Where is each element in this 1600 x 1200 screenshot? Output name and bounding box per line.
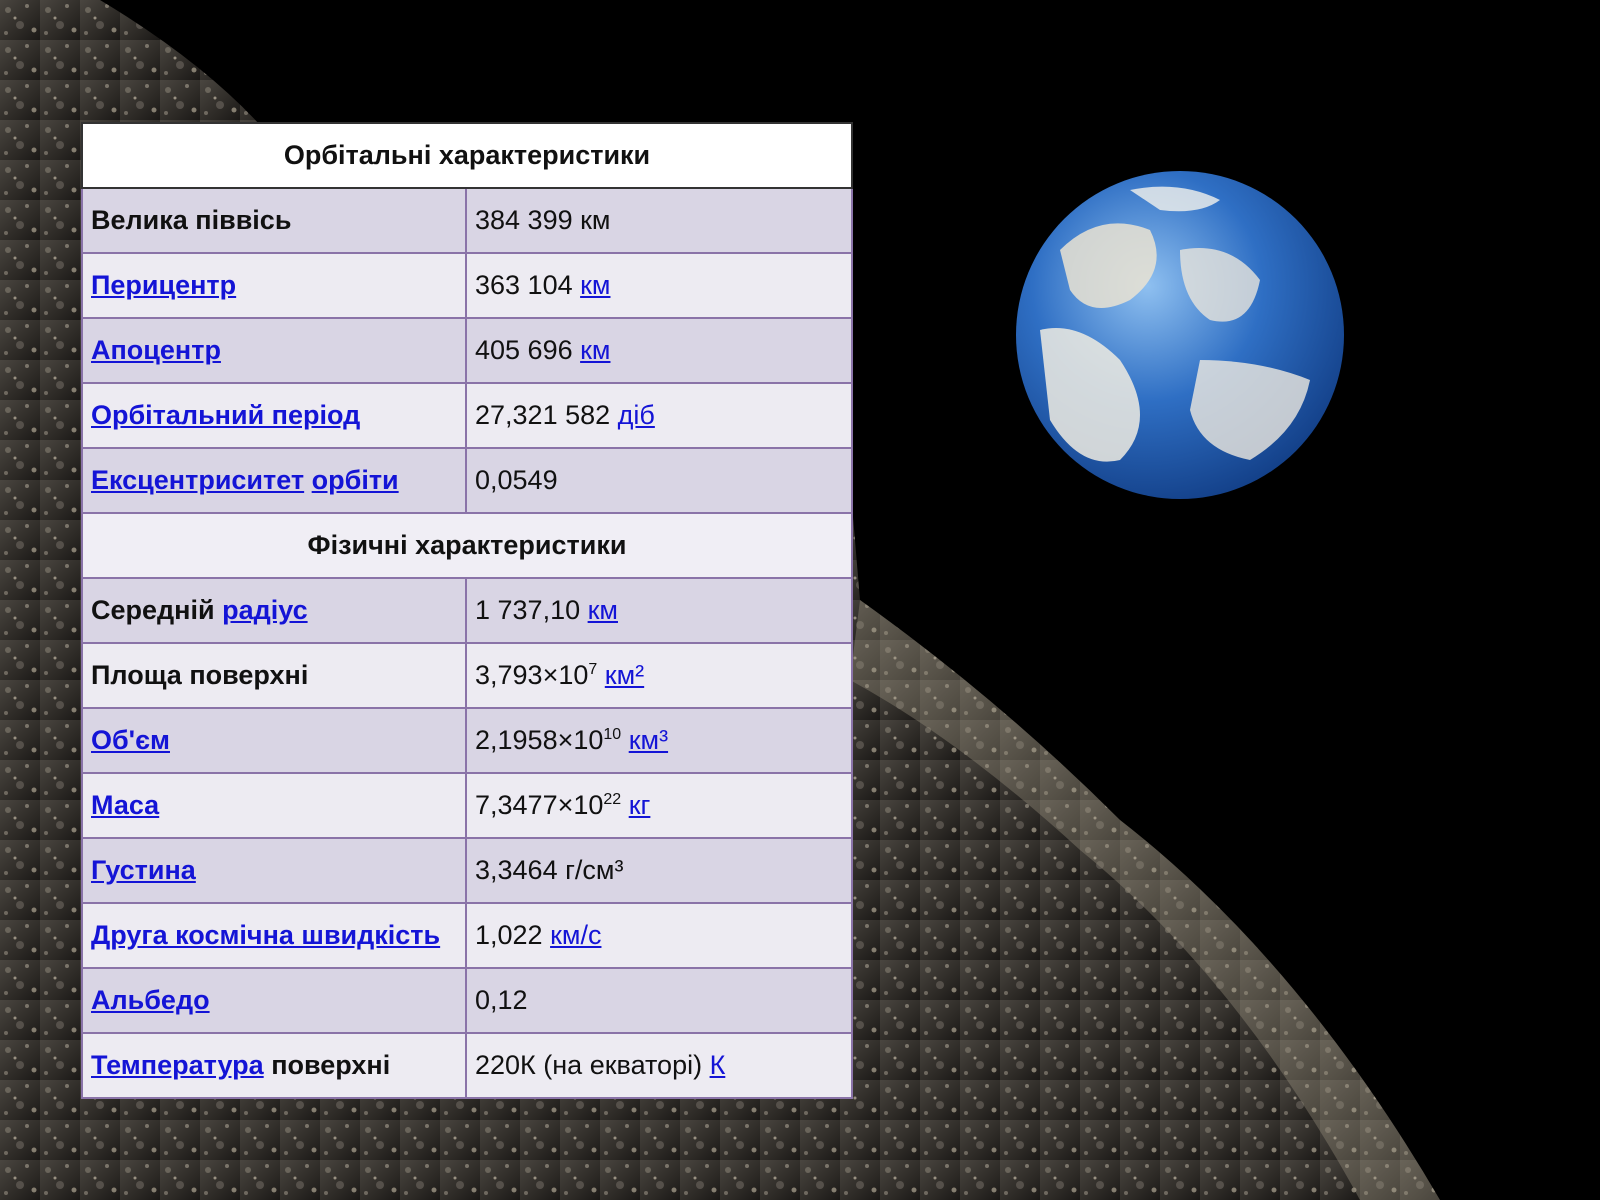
label-link[interactable]: Орбітальний період [91, 400, 360, 430]
property-label: Об'єм [81, 707, 467, 774]
value-text: 27,321 582 [475, 400, 618, 430]
value-link[interactable]: км [580, 270, 610, 300]
property-label: Площа поверхні [81, 642, 467, 709]
table-row: Перицентр 363 104 км [81, 252, 853, 319]
table-row: Апоцентр 405 696 км [81, 317, 853, 384]
label-text: поверхні [263, 1050, 391, 1080]
table-row: Велика піввісь 384 399 км [81, 187, 853, 254]
label-link[interactable]: Маса [91, 790, 159, 820]
label-link[interactable]: Густина [91, 855, 196, 885]
property-label: Апоцентр [81, 317, 467, 384]
value-exponent: 22 [603, 791, 622, 808]
property-label: Середній радіус [81, 577, 467, 644]
property-value: 3,3464 г/см³ [465, 837, 853, 904]
label-text: Площа поверхні [91, 660, 309, 690]
section-title: Фізичні характеристики [81, 512, 853, 579]
property-value: 363 104 км [465, 252, 853, 319]
property-value: 1,022 км/с [465, 902, 853, 969]
value-text: 1 737,10 [475, 595, 588, 625]
value-text [621, 790, 629, 820]
value-link[interactable]: К [710, 1050, 726, 1080]
moon-characteristics-table: Орбітальні характеристики Велика піввісь 3… [81, 122, 853, 1099]
property-label: Альбедо [81, 967, 467, 1034]
property-value: 3,793×107 км² [465, 642, 853, 709]
table-row: Площа поверхні 3,793×107 км² [81, 642, 853, 709]
value-text: 2,1958×10 [475, 725, 604, 755]
table-row: Температура поверхні 220К (на екваторі) К [81, 1032, 853, 1099]
property-label: Густина [81, 837, 467, 904]
value-text: 0,12 [475, 985, 528, 1015]
label-text [304, 465, 312, 495]
label-link[interactable]: орбіти [312, 465, 399, 495]
value-text [621, 725, 629, 755]
label-link[interactable]: Апоцентр [91, 335, 221, 365]
section-header-row: Фізичні характеристики [81, 512, 853, 579]
table-row: Густина 3,3464 г/см³ [81, 837, 853, 904]
property-value: 220К (на екваторі) К [465, 1032, 853, 1099]
value-text: 384 399 км [475, 205, 611, 235]
value-link[interactable]: км² [605, 660, 644, 690]
property-value: 384 399 км [465, 187, 853, 254]
value-text: 1,022 [475, 920, 551, 950]
table-row: Середній радіус 1 737,10 км [81, 577, 853, 644]
label-link[interactable]: Ексцентриситет [91, 465, 304, 495]
value-link[interactable]: кг [629, 790, 651, 820]
property-value: 2,1958×1010 км³ [465, 707, 853, 774]
value-text: 7,3477×10 [475, 790, 604, 820]
label-link[interactable]: Об'єм [91, 725, 170, 755]
value-text: 3,3464 г/см³ [475, 855, 624, 885]
property-label: Ексцентриситет орбіти [81, 447, 467, 514]
value-text: 220К (на екваторі) [475, 1050, 710, 1080]
value-link[interactable]: км/с [550, 920, 601, 950]
label-text: Велика піввісь [91, 205, 292, 235]
property-value: 0,12 [465, 967, 853, 1034]
label-link[interactable]: Альбедо [91, 985, 210, 1015]
value-link[interactable]: км³ [629, 725, 668, 755]
label-text: Середній [91, 595, 223, 625]
value-text: 405 696 [475, 335, 581, 365]
value-text: 3,793×10 [475, 660, 589, 690]
property-value: 1 737,10 км [465, 577, 853, 644]
value-text: 363 104 [475, 270, 581, 300]
property-label: Маса [81, 772, 467, 839]
earth-image [1016, 171, 1344, 499]
value-text [597, 660, 605, 690]
table-row: Друга космічна швидкість 1,022 км/с [81, 902, 853, 969]
property-value: 0,0549 [465, 447, 853, 514]
property-value: 27,321 582 діб [465, 382, 853, 449]
table-row: Альбедо 0,12 [81, 967, 853, 1034]
section-title: Орбітальні характеристики [81, 122, 853, 189]
value-text: 0,0549 [475, 465, 558, 495]
label-link[interactable]: Температура [91, 1050, 264, 1080]
property-label: Температура поверхні [81, 1032, 467, 1099]
table-row: Ексцентриситет орбіти 0,0549 [81, 447, 853, 514]
value-link[interactable]: км [588, 595, 618, 625]
value-link[interactable]: діб [618, 400, 655, 430]
table-row: Орбітальний період 27,321 582 діб [81, 382, 853, 449]
property-label: Велика піввісь [81, 187, 467, 254]
property-label: Орбітальний період [81, 382, 467, 449]
table-row: Маса 7,3477×1022 кг [81, 772, 853, 839]
value-link[interactable]: км [580, 335, 610, 365]
property-value: 7,3477×1022 кг [465, 772, 853, 839]
table-row: Об'єм 2,1958×1010 км³ [81, 707, 853, 774]
property-value: 405 696 км [465, 317, 853, 384]
section-header-row: Орбітальні характеристики [81, 122, 853, 189]
label-link[interactable]: радіус [222, 595, 308, 625]
property-label: Друга космічна швидкість [81, 902, 467, 969]
value-exponent: 10 [603, 726, 622, 743]
value-exponent: 7 [588, 661, 598, 678]
property-label: Перицентр [81, 252, 467, 319]
label-link[interactable]: Перицентр [91, 270, 236, 300]
label-link[interactable]: Друга космічна швидкість [91, 920, 440, 950]
